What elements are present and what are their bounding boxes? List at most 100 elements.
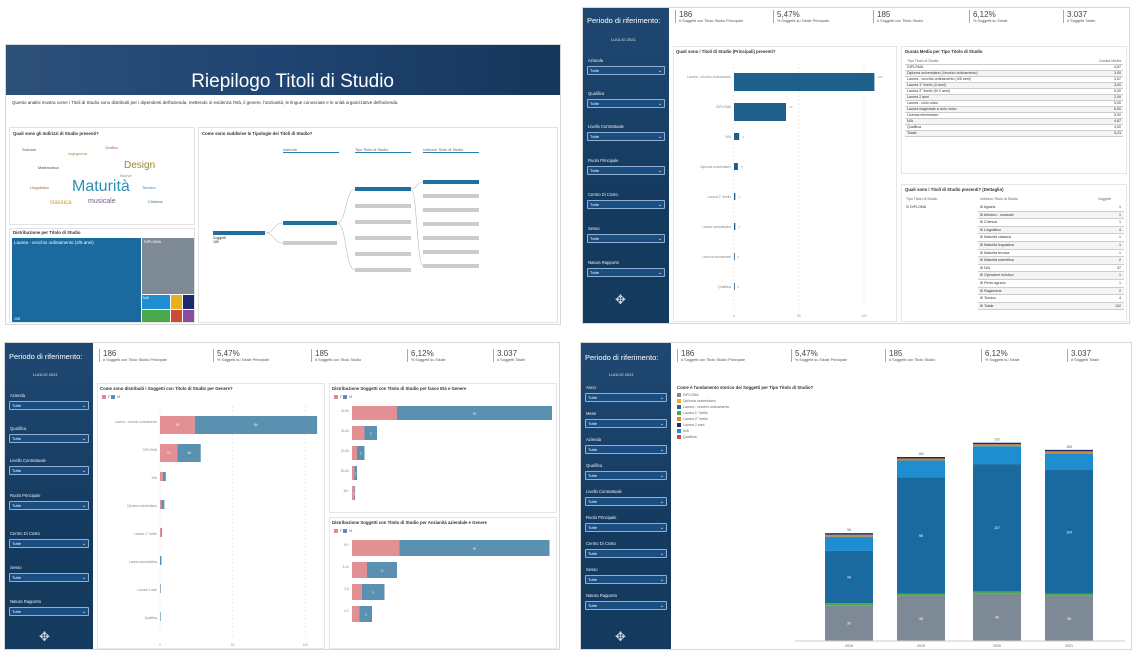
chevron-down-icon: ⌄ (81, 503, 86, 509)
bar-f[interactable] (352, 406, 397, 420)
list-item[interactable]: ⊞ Maturità tecnica 1 (978, 249, 1124, 258)
filter-select[interactable]: Tutte ⌄ (585, 445, 667, 454)
bar[interactable] (734, 73, 875, 91)
bar[interactable] (734, 103, 786, 121)
list-item[interactable]: ⊞ N/A 37 (978, 264, 1124, 273)
bar-f[interactable] (352, 584, 362, 600)
bar[interactable] (734, 163, 738, 170)
titoli-bar-chart[interactable]: 0 50 100Laurea - vecchio ordinamento 108DIP… (674, 59, 898, 321)
anzianita-bar-chart[interactable]: 10+605-10122-590-25 (330, 536, 558, 648)
list-item[interactable]: ⊞ Maturità scientifica 2 (978, 257, 1124, 265)
bar-m[interactable] (160, 584, 161, 593)
bar-m[interactable] (162, 472, 166, 481)
filter-select[interactable]: Tutte ⌄ (585, 523, 667, 532)
filter-select[interactable]: Tutte ⌄ (585, 601, 667, 610)
dettaglio-col-tipo[interactable]: Tipo Titolo di Studio (906, 197, 937, 201)
filter-select-qualifica[interactable]: Tutte ⌄ (587, 99, 665, 108)
bar-m[interactable] (160, 612, 161, 621)
filter-select-azienda[interactable]: Tutte ⌄ (587, 66, 665, 75)
column-segment-na[interactable] (825, 536, 873, 551)
column-segment-laurea-2anni[interactable] (973, 442, 1021, 445)
bar-m[interactable] (160, 556, 162, 565)
column-segment-laurea-1[interactable] (825, 603, 873, 606)
filter-select[interactable]: Tutte ⌄ (585, 471, 667, 480)
list-item[interactable]: ⊞ Perito agrario 1 (978, 279, 1124, 288)
andamento-stacked-chart[interactable]: 96 30 44 2018 182 38 98 2019 192 40 107 2020 188 38 10… (675, 383, 1129, 649)
column-segment-laurea-2anni[interactable] (897, 457, 945, 459)
column-segment-laurea-1[interactable] (973, 591, 1021, 594)
list-item[interactable]: ⊞ Operatore turistico 1 (978, 272, 1124, 280)
filter-select-natura[interactable]: Tutte ⌄ (9, 607, 89, 616)
bar[interactable] (734, 253, 735, 260)
filter-select-ruolo[interactable]: Tutte ⌄ (587, 166, 665, 175)
dettaglio-col-soggetti[interactable]: Soggetti (1098, 197, 1111, 201)
column-segment-na[interactable] (897, 460, 945, 478)
data-label-m: 62 (473, 412, 477, 416)
column-segment-na[interactable] (973, 446, 1021, 465)
treemap-tile-diploma[interactable]: DIPLOMA (142, 238, 194, 294)
bar[interactable] (734, 223, 736, 230)
filter-select[interactable]: Tutte ⌄ (585, 497, 667, 506)
treemap-tile-navy[interactable] (183, 295, 194, 309)
bar-f[interactable] (160, 472, 163, 481)
bar[interactable] (734, 193, 736, 200)
bar-f[interactable] (160, 500, 162, 509)
filter-select-livello[interactable]: Tutte ⌄ (9, 466, 89, 475)
bar-f[interactable] (352, 606, 360, 622)
bar-f[interactable] (352, 562, 367, 578)
column-segment-laurea-2[interactable] (1045, 451, 1093, 454)
dettaglio-type-diploma[interactable]: ⊟ DIPLOMA (906, 205, 926, 209)
filter-select-livello[interactable]: Tutte ⌄ (587, 132, 665, 141)
column-segment-laurea-1[interactable] (1045, 593, 1093, 596)
filter-select-centro[interactable]: Tutte ⌄ (587, 200, 665, 209)
bar-f[interactable] (352, 446, 357, 460)
column-segment-laurea-2[interactable] (973, 444, 1021, 447)
dettaglio-col-indirizzo[interactable]: Indirizzo Titolo di Studio (980, 197, 1018, 201)
list-item[interactable]: ⊞ Linguistico 4 (978, 226, 1124, 235)
filter-select[interactable]: Tutte ⌄ (585, 419, 667, 428)
column-segment-laurea-2[interactable] (897, 458, 945, 461)
list-item[interactable]: ⊞ Ragioneria 2 (978, 287, 1124, 296)
filter-select-sesso[interactable]: Tutte ⌄ (587, 234, 665, 243)
filter-select[interactable]: Tutte ⌄ (585, 575, 667, 584)
kpi-label: % Soggetti su Totale Principale (777, 19, 830, 23)
column-segment-na[interactable] (1045, 453, 1093, 471)
column-segment-laurea-1[interactable] (897, 593, 945, 596)
list-item[interactable]: ⊞ Maturità linguistica 1 (978, 241, 1124, 250)
list-item[interactable]: ⊞ Tecnico 4 (978, 295, 1124, 303)
bar[interactable] (734, 283, 735, 290)
filter-select-ruolo[interactable]: Tutte ⌄ (9, 501, 89, 510)
list-item[interactable]: ⊞ Chimica 1 (978, 219, 1124, 227)
eta-bar-chart[interactable]: 40-506230-40520-30350-60160+0 (330, 402, 558, 512)
filter-select[interactable]: Tutte ⌄ (585, 393, 667, 402)
bar-f[interactable] (160, 528, 162, 537)
bar-m[interactable] (161, 500, 165, 509)
table-row[interactable]: Totale 5,23 (905, 130, 1123, 137)
list-item[interactable]: ⊞ Maturità classica 1 (978, 234, 1124, 242)
genere-bar-chart[interactable]: 0 50 100 Laurea - vecchio ordinamento 24 84 DI… (98, 402, 326, 648)
treemap-tile-purple[interactable] (183, 310, 194, 322)
filter-select-sesso[interactable]: Tutte ⌄ (9, 573, 89, 582)
list-item[interactable]: ⊞ Artistico - musicale 1 (978, 211, 1124, 220)
column-segment-laurea-2anni[interactable] (1045, 449, 1093, 452)
bar-f[interactable] (352, 540, 400, 556)
bar-m[interactable] (161, 528, 163, 537)
treemap-tile-yellow[interactable] (171, 295, 182, 309)
filter-select-centro[interactable]: Tutte ⌄ (9, 539, 89, 548)
treemap-tile-green[interactable] (142, 310, 170, 322)
data-label: 0 (737, 285, 739, 289)
word-matematica: Matematica (38, 165, 59, 170)
column-segment-laurea-2anni[interactable] (825, 533, 873, 535)
filter-select-azienda[interactable]: Tutte ⌄ (9, 401, 89, 410)
bar-f[interactable] (352, 426, 365, 440)
list-item[interactable]: ⊞ Agraria 1 (978, 204, 1124, 212)
filter-select[interactable]: Tutte ⌄ (585, 549, 667, 558)
filter-select-natura[interactable]: Tutte ⌄ (587, 268, 665, 277)
filter-select-qualifica[interactable]: Tutte ⌄ (9, 434, 89, 443)
treemap-tile-red[interactable] (171, 310, 182, 322)
list-item[interactable]: ⊞ Totale 102 (978, 302, 1124, 311)
bar[interactable] (734, 133, 740, 140)
treemap-tile-laurea[interactable]: Laurea - vecchio ordinamento (4/5 anni) … (12, 238, 141, 322)
treemap-tile-na[interactable]: N/A (142, 295, 170, 309)
column-segment-laurea-2[interactable] (825, 534, 873, 537)
